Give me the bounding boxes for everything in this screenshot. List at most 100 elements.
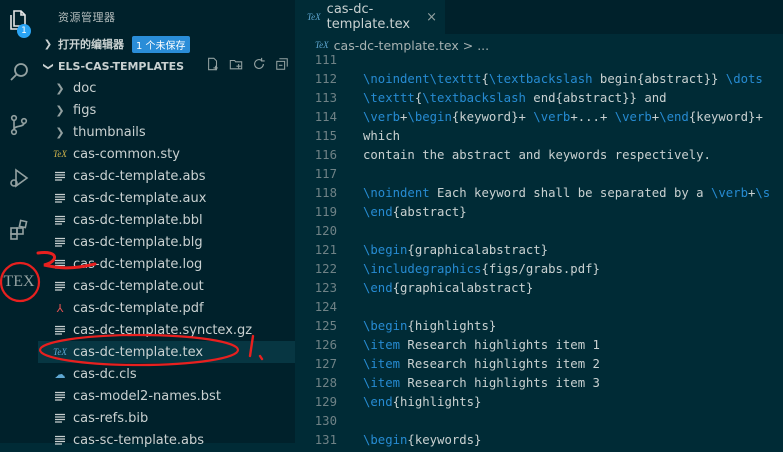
source-control-icon[interactable] (0, 105, 38, 145)
code-line: 119 \end{abstract} (295, 205, 783, 224)
lines-file-icon (52, 280, 68, 292)
line-text: \end{graphicalabstract} (363, 281, 534, 295)
tree-file[interactable]: cas-dc-template.log (38, 253, 309, 275)
breadcrumb-separator: > (462, 37, 474, 53)
line-number: 127 (314, 357, 337, 371)
tex-file-icon: TeX (315, 40, 329, 50)
code-line: 128 \item Research highlights item 3 (295, 376, 783, 395)
line-number: 124 (314, 300, 337, 314)
line-number: 130 (314, 414, 337, 428)
tree-item-label: cas-dc.cls (73, 366, 137, 382)
new-file-icon[interactable] (206, 57, 220, 71)
line-text: \texttt{\textbackslash end{abstract}} an… (363, 91, 667, 105)
tree-item-label: doc (73, 80, 97, 96)
tab-cas-dc-template[interactable]: TeX cas-dc-template.tex × (295, 0, 445, 34)
tree-folder[interactable]: ❯ thumbnails (38, 121, 309, 143)
code-line: 124 (295, 300, 783, 319)
tree-item-label: cas-dc-template.out (73, 278, 204, 294)
line-text: \end{abstract} (363, 205, 467, 219)
collapse-all-icon[interactable] (275, 57, 289, 71)
line-number: 115 (314, 129, 337, 143)
line-number: 126 (314, 338, 337, 352)
line-text: \verb+\begin{keyword}+ \verb+...+ \verb+… (363, 110, 763, 124)
lines-file-icon (52, 214, 68, 226)
new-folder-icon[interactable] (229, 57, 243, 71)
tree-file[interactable]: ☁ cas-dc.cls (38, 363, 309, 385)
lines-file-icon (52, 390, 68, 402)
breadcrumb-more[interactable]: ... (477, 38, 489, 53)
tree-folder[interactable]: ❯ doc (38, 77, 309, 99)
cls-file-icon: ☁ (54, 367, 66, 381)
refresh-icon[interactable] (252, 57, 266, 71)
line-number: 114 (314, 110, 337, 124)
explorer-sidebar: 资源管理器 ❯ 打开的编辑器 1 个未保存 ❯ ELS-CAS-TEMPLATE… (38, 0, 309, 448)
code-line: 112 \noindent\texttt{\textbackslash begin… (295, 72, 783, 91)
tree-file[interactable]: cas-dc-template.aux (38, 187, 309, 209)
tab-label: cas-dc-template.tex (326, 2, 411, 32)
breadcrumb-file[interactable]: cas-dc-template.tex (334, 38, 459, 53)
tree-item-label: cas-sc-template.abs (73, 432, 204, 448)
line-text: \item Research highlights item 3 (363, 376, 600, 390)
code-line: 113 \texttt{\textbackslash end{abstract}}… (295, 91, 783, 110)
editor: TeX cas-dc-template.tex × TeX cas-dc-tem… (295, 0, 783, 447)
explorer-icon[interactable]: 1 (0, 0, 38, 40)
tree-item-label: cas-dc-template.synctex.gz (73, 322, 253, 338)
code-line: 126 \item Research highlights item 1 (295, 338, 783, 357)
line-text: \noindent\texttt{\textbackslash begin{ab… (363, 72, 763, 86)
explorer-toolbar (206, 57, 289, 71)
code-line: 125 \begin{highlights} (295, 319, 783, 338)
line-number: 120 (314, 224, 337, 238)
code-line: 121 \begin{graphicalabstract} (295, 243, 783, 262)
tab-bar: TeX cas-dc-template.tex × (295, 0, 783, 34)
run-debug-icon[interactable] (0, 158, 38, 198)
line-text: \includegraphics{figs/grabs.pdf} (363, 262, 600, 276)
lines-file-icon (52, 324, 68, 336)
tree-item-label: cas-model2-names.bst (73, 388, 221, 404)
line-number: 129 (314, 395, 337, 409)
code-line: 130 (295, 414, 783, 433)
tree-file[interactable]: cas-dc-template.blg (38, 231, 309, 253)
code-line: 111 (295, 53, 783, 72)
code-line: 123 \end{graphicalabstract} (295, 281, 783, 300)
line-number: 125 (314, 319, 337, 333)
code-line: 127 \item Research highlights item 2 (295, 357, 783, 376)
tree-folder[interactable]: ❯ figs (38, 99, 309, 121)
tex-label: TEX (3, 273, 35, 290)
tree-item-label: cas-dc-template.aux (73, 190, 207, 206)
line-text: \begin{highlights} (363, 319, 497, 333)
tree-file[interactable]: cas-dc-template.synctex.gz (38, 319, 309, 341)
code-line: 114 \verb+\begin{keyword}+ \verb+...+ \ve… (295, 110, 783, 129)
unsaved-badge: 1 个未保存 (132, 35, 190, 53)
open-editors-section[interactable]: ❯ 打开的编辑器 1 个未保存 (38, 33, 295, 55)
tree-file[interactable]: cas-dc-template.bbl (38, 209, 309, 231)
tex-file-icon: TeX (53, 149, 67, 159)
lines-file-icon (52, 236, 68, 248)
tree-file[interactable]: cas-refs.bib (38, 407, 309, 429)
tree-file[interactable]: TeX cas-common.sty (38, 143, 309, 165)
tree-item-label: cas-dc-template.tex (73, 344, 204, 360)
close-icon[interactable]: × (426, 10, 437, 25)
tex-icon[interactable]: TEX (0, 262, 38, 302)
lines-file-icon (52, 170, 68, 182)
tree-file[interactable]: cas-dc-template.abs (38, 165, 309, 187)
pdf-file-icon: ⅄ (56, 301, 64, 315)
extensions-icon[interactable] (0, 210, 38, 250)
line-number: 113 (314, 91, 337, 105)
line-number: 131 (314, 433, 337, 447)
tree-file[interactable]: TeX cas-dc-template.tex (38, 341, 309, 363)
tree-item-label: figs (73, 102, 97, 118)
code-line: 129 \end{highlights} (295, 395, 783, 414)
tree-item-label: cas-common.sty (73, 146, 180, 162)
line-text: \item Research highlights item 1 (363, 338, 600, 352)
search-icon[interactable] (0, 52, 38, 92)
tree-file[interactable]: cas-sc-template.abs (38, 429, 309, 451)
tree-file[interactable]: cas-dc-template.out (38, 275, 309, 297)
tree-file[interactable]: ⅄ cas-dc-template.pdf (38, 297, 309, 319)
chevron-right-icon: ❯ (55, 81, 65, 95)
chevron-down-icon: ❯ (42, 61, 54, 71)
code-line: 115 which (295, 129, 783, 148)
tree-file[interactable]: cas-model2-names.bst (38, 385, 309, 407)
lines-file-icon (52, 434, 68, 446)
line-number: 119 (314, 205, 337, 219)
open-editors-label: 打开的编辑器 (58, 38, 124, 51)
